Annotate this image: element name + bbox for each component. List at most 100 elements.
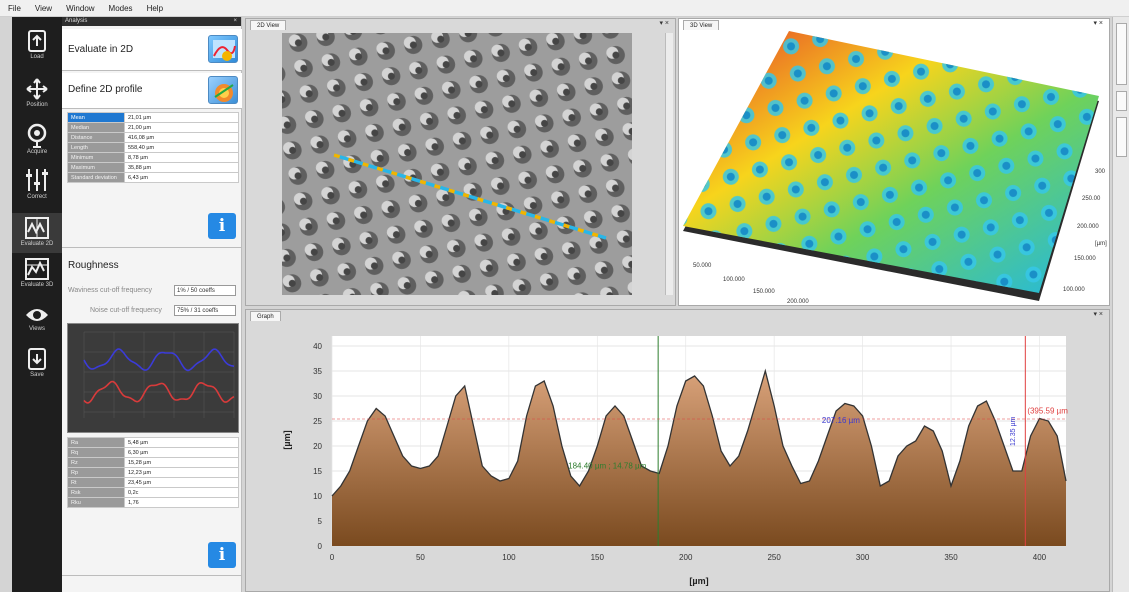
x-tick-label: 50 — [416, 553, 425, 562]
y-tick-label: 35 — [313, 367, 322, 376]
noise-input[interactable]: 75% / 31 coeffs — [174, 305, 236, 316]
menu-window[interactable]: Window — [66, 4, 94, 13]
tool-evaluate-2d[interactable]: Evaluate 2D — [12, 213, 62, 253]
surface-2d-image[interactable] — [282, 33, 632, 295]
profile-info-button[interactable]: i — [208, 213, 236, 239]
waviness-series-line — [83, 348, 235, 372]
table-row[interactable]: Rz 15,28 µm — [67, 457, 239, 468]
x-axis-label: [µm] — [689, 576, 708, 586]
table-row[interactable]: Standard deviation 6,43 µm — [67, 172, 239, 183]
tool-position[interactable]: Position — [12, 77, 62, 108]
menu-file[interactable]: File — [8, 4, 21, 13]
dock-tab[interactable] — [1116, 23, 1127, 85]
tool-correct[interactable]: Correct — [12, 167, 62, 200]
tool-evaluate-2d-label: Evaluate 2D — [20, 241, 54, 247]
stat-key: Rq — [67, 447, 125, 458]
table-row[interactable]: Rku 1,76 — [67, 497, 239, 508]
table-row[interactable]: Length 558,40 µm — [67, 142, 239, 153]
y-tick-label: 20 — [313, 442, 322, 451]
axis-y-tick: 300 — [1095, 169, 1106, 175]
define-profile-section[interactable]: Define 2D profile — [62, 73, 242, 109]
tool-evaluate-3d-label: Evaluate 3D — [20, 282, 54, 288]
tool-acquire[interactable]: Acquire — [12, 122, 62, 155]
table-row[interactable]: Rq 6,30 µm — [67, 447, 239, 458]
roughness-mini-plot-svg — [83, 331, 235, 418]
roughness-title: Roughness — [68, 260, 119, 271]
table-row[interactable]: Rp 12,23 µm — [67, 467, 239, 478]
tool-load[interactable]: Load — [12, 29, 62, 60]
stat-key: Length — [67, 142, 125, 153]
tool-save[interactable]: Save — [12, 347, 62, 378]
marker-green-label: 184.40 µm ; 14.78 µm — [568, 462, 646, 471]
surface-3d-render[interactable]: 50.000 100.000 150.000 200.000 300 250.0… — [679, 31, 1109, 305]
axis-x-tick: 50.000 — [693, 263, 712, 269]
waviness-row: Waviness cut-off frequency 1% / 50 coeff… — [68, 285, 238, 296]
axis-y-tick: 100.000 — [1063, 287, 1085, 293]
tab-2d-view[interactable]: 2D View — [250, 20, 287, 30]
tool-evaluate-3d[interactable]: Evaluate 3D — [12, 257, 62, 288]
y-tick-label: 5 — [318, 517, 323, 526]
view-3d-controls[interactable]: ▾ × — [1093, 19, 1103, 27]
stat-key: Ra — [67, 437, 125, 448]
stat-value: 5,48 µm — [124, 437, 239, 448]
table-row[interactable]: Median 21,00 µm — [67, 122, 239, 133]
views-icon — [26, 309, 48, 321]
table-row[interactable]: Ra 5,48 µm — [67, 437, 239, 448]
x-tick-label: 150 — [591, 553, 605, 562]
tool-acquire-label: Acquire — [26, 149, 48, 155]
correct-icon — [26, 169, 48, 191]
tool-views-label: Views — [29, 326, 45, 332]
view-3d-pane: 3D View ▾ × 50.000 100.000 150.000 200.0… — [678, 18, 1110, 306]
table-row[interactable]: Maximum 35,88 µm — [67, 162, 239, 173]
mode-toolbar: Load Position Acquire Correct Evaluate 2… — [12, 17, 62, 592]
stat-value: 15,28 µm — [124, 457, 239, 468]
y-tick-label: 15 — [313, 467, 322, 476]
x-tick-label: 200 — [679, 553, 693, 562]
table-row[interactable]: Rt 23,45 µm — [67, 477, 239, 488]
define-profile-icon[interactable] — [208, 76, 238, 104]
table-row[interactable]: Minimum 8,78 µm — [67, 152, 239, 163]
panel-title: Analysis — [65, 18, 88, 24]
roughness-info-button[interactable]: i — [208, 542, 236, 568]
evaluate-2d-chart-icon[interactable] — [208, 35, 238, 63]
axis-y-tick: 250.00 — [1082, 196, 1101, 202]
position-icon — [26, 78, 48, 100]
waviness-input[interactable]: 1% / 50 coeffs — [174, 285, 236, 296]
table-row[interactable]: Rsk 0,2c — [67, 487, 239, 498]
section-divider — [62, 575, 242, 576]
menu-help[interactable]: Help — [147, 4, 163, 13]
panel-close-icon[interactable]: × — [233, 17, 237, 26]
tool-views[interactable]: Views — [12, 305, 62, 332]
waviness-label: Waviness cut-off frequency — [68, 287, 153, 294]
y-tick-label: 0 — [318, 542, 323, 551]
x-tick-label: 400 — [1033, 553, 1047, 562]
axis-x-tick: 200.000 — [787, 299, 809, 305]
stat-key: Rku — [67, 497, 125, 508]
table-row[interactable]: Mean 21,01 µm — [67, 112, 239, 123]
y-tick-label: 30 — [313, 392, 322, 401]
tool-position-label: Position — [26, 102, 48, 108]
menu-view[interactable]: View — [35, 4, 52, 13]
evaluate-3d-icon — [25, 258, 49, 280]
menu-modes[interactable]: Modes — [109, 4, 133, 13]
stat-key: Median — [67, 122, 125, 133]
y-tick-label: 40 — [313, 342, 322, 351]
graph-controls[interactable]: ▾ × — [1093, 310, 1103, 318]
x-tick-label: 0 — [330, 553, 335, 562]
axis-unit: [µm] — [1095, 241, 1107, 247]
panel-title-bar: Analysis × — [62, 17, 241, 26]
stat-value: 6,43 µm — [124, 172, 239, 183]
evaluate-2d-title: Evaluate in 2D — [68, 44, 134, 55]
dock-tab[interactable] — [1116, 91, 1127, 111]
profile-graph[interactable]: 05101520253035400 50 100 150 200 250 300 350 400… — [246, 322, 1106, 590]
view-2d-controls[interactable]: ▾ × — [659, 19, 669, 27]
dock-tab[interactable] — [1116, 117, 1127, 157]
tab-graph[interactable]: Graph — [250, 311, 281, 321]
axis-x-tick: 100.000 — [723, 277, 745, 283]
save-icon — [28, 348, 46, 370]
table-row[interactable]: Distance 416,08 µm — [67, 132, 239, 143]
tab-3d-view[interactable]: 3D View — [683, 20, 720, 30]
view-2d-scrollbar[interactable] — [665, 33, 673, 295]
evaluate-2d-section[interactable]: Evaluate in 2D — [62, 29, 242, 71]
roughness-stats-table: Ra 5,48 µm Rq 6,30 µm Rz 15,28 µm Rp 12,23 µ… — [67, 437, 239, 508]
